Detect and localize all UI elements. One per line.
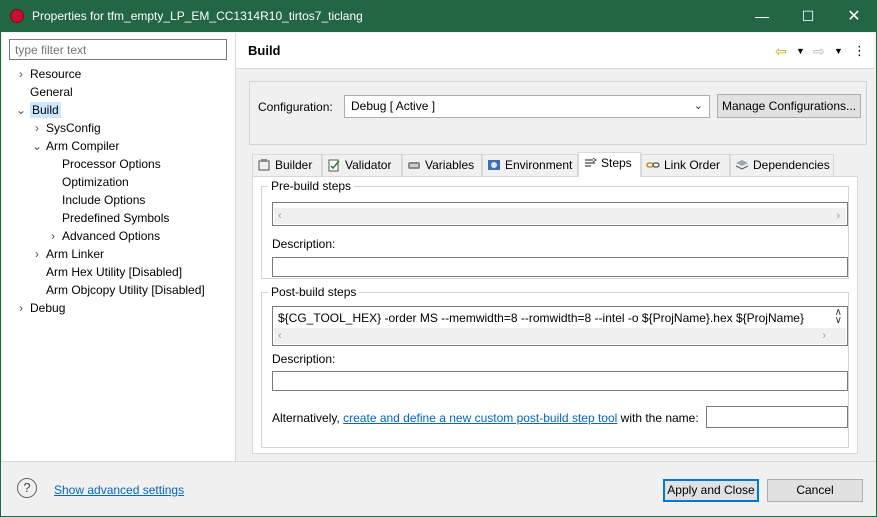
steps-icon <box>585 157 597 167</box>
title-bar: Properties for tfm_empty_LP_EM_CC1314R10… <box>0 0 877 32</box>
tree-item-build[interactable]: ⌄ Build <box>16 101 61 119</box>
configuration-value: Debug [ Active ] <box>351 99 436 113</box>
back-arrow-icon[interactable]: ⇦ <box>775 42 787 60</box>
pre-build-legend: Pre-build steps <box>268 179 355 193</box>
builder-icon <box>258 159 270 171</box>
alternative-prefix: Alternatively, <box>272 411 344 425</box>
pre-build-description-field[interactable] <box>272 257 848 277</box>
horizontal-scrollbar[interactable]: ‹ › <box>274 328 846 344</box>
configuration-label: Configuration: <box>258 100 333 114</box>
pre-build-group: Pre-build steps ‹ › Description: <box>261 179 849 279</box>
link-order-icon <box>646 162 660 168</box>
tab-validator[interactable]: Validator <box>322 154 402 176</box>
manage-configurations-button[interactable]: Manage Configurations... <box>717 94 861 118</box>
forward-dropdown-icon[interactable]: ▼ <box>834 42 843 60</box>
tab-builder[interactable]: Builder <box>252 154 322 176</box>
spin-up-down-icon[interactable]: ∧ ∨ <box>835 308 842 326</box>
validator-icon <box>328 159 340 172</box>
tree-item-include-options[interactable]: Include Options <box>62 191 145 209</box>
environment-icon <box>488 160 500 170</box>
tree-item-general[interactable]: General <box>30 83 73 101</box>
expand-icon[interactable]: › <box>46 227 60 245</box>
close-button[interactable]: ✕ <box>831 0 877 32</box>
help-icon[interactable]: ? <box>17 478 37 498</box>
cancel-button[interactable]: Cancel <box>767 479 863 502</box>
page-header: Build ⇦ ▼ ⇨ ▼ ⋮ <box>236 33 874 69</box>
tree-item-optimization[interactable]: Optimization <box>62 173 129 191</box>
collapse-icon[interactable]: ⌄ <box>30 137 44 155</box>
scroll-left-icon[interactable]: ‹ <box>278 208 282 224</box>
alternative-text: Alternatively, create and define a new c… <box>272 411 699 425</box>
tree-item-arm-linker[interactable]: › Arm Linker <box>35 245 104 263</box>
tree-item-sysconfig[interactable]: › SysConfig <box>35 119 101 137</box>
show-advanced-settings-link[interactable]: Show advanced settings <box>54 483 184 497</box>
custom-post-build-tool-link[interactable]: create and define a new custom post-buil… <box>343 411 617 425</box>
tree-item-arm-objcopy-utility[interactable]: Arm Objcopy Utility [Disabled] <box>46 281 205 299</box>
app-logo-icon <box>10 9 24 23</box>
tree-item-advanced-options[interactable]: › Advanced Options <box>51 227 160 245</box>
maximize-button[interactable]: ☐ <box>785 0 831 32</box>
configuration-box: Configuration: Debug [ Active ] ⌄ Manage… <box>249 81 867 145</box>
tree-item-arm-compiler[interactable]: ⌄ Arm Compiler <box>32 137 119 155</box>
forward-arrow-icon[interactable]: ⇨ <box>813 42 825 60</box>
filter-input[interactable] <box>9 39 227 60</box>
pre-build-command-field[interactable]: ‹ › <box>272 202 848 226</box>
tab-environment[interactable]: Environment <box>482 154 578 176</box>
pre-build-description-label: Description: <box>272 237 336 251</box>
dependencies-icon <box>735 160 749 170</box>
expand-icon[interactable]: › <box>30 119 44 137</box>
tree-item-processor-options[interactable]: Processor Options <box>62 155 161 173</box>
tree-item-resource[interactable]: › Resource <box>19 65 81 83</box>
left-pane: › Resource General ⌄ Build › SysConfig ⌄… <box>3 33 235 461</box>
post-build-command-text: ${CG_TOOL_HEX} -order MS --memwidth=8 --… <box>278 311 804 325</box>
alternative-suffix: with the name: <box>617 411 699 425</box>
configuration-select[interactable]: Debug [ Active ] ⌄ <box>344 95 710 118</box>
tab-variables[interactable]: Variables <box>402 154 482 176</box>
tool-name-field[interactable] <box>706 406 848 428</box>
tab-steps[interactable]: Steps <box>578 152 641 177</box>
tree-item-debug[interactable]: › Debug <box>19 299 65 317</box>
tab-dependencies[interactable]: Dependencies <box>730 154 834 176</box>
steps-tab-content: Pre-build steps ‹ › Description: Post-bu… <box>252 176 858 454</box>
scroll-right-icon[interactable]: › <box>836 208 840 224</box>
post-build-description-field[interactable] <box>272 371 848 391</box>
expand-icon[interactable]: › <box>14 65 28 83</box>
apply-and-close-button[interactable]: Apply and Close <box>663 479 759 502</box>
dialog-footer: ? Show advanced settings Apply and Close… <box>0 461 877 517</box>
variables-icon <box>408 162 420 169</box>
window-title: Properties for tfm_empty_LP_EM_CC1314R10… <box>32 9 363 23</box>
post-build-command-field[interactable]: ${CG_TOOL_HEX} -order MS --memwidth=8 --… <box>272 306 848 346</box>
minimize-button[interactable]: — <box>739 0 785 32</box>
chevron-down-icon: ⌄ <box>693 100 703 112</box>
right-pane: Build ⇦ ▼ ⇨ ▼ ⋮ Configuration: Debug [ A… <box>236 33 874 461</box>
view-menu-icon[interactable]: ⋮ <box>853 42 866 60</box>
back-dropdown-icon[interactable]: ▼ <box>796 42 805 60</box>
expand-icon[interactable]: › <box>30 245 44 263</box>
tab-link-order[interactable]: Link Order <box>641 154 730 176</box>
horizontal-scrollbar[interactable]: ‹ › <box>274 208 846 224</box>
collapse-icon[interactable]: ⌄ <box>14 101 28 119</box>
scroll-right-icon[interactable]: › <box>822 328 826 344</box>
tree-item-predefined-symbols[interactable]: Predefined Symbols <box>62 209 169 227</box>
post-build-group: Post-build steps ${CG_TOOL_HEX} -order M… <box>261 285 849 448</box>
scroll-left-icon[interactable]: ‹ <box>278 328 282 344</box>
post-build-legend: Post-build steps <box>268 285 360 299</box>
page-title: Build <box>248 43 281 58</box>
post-build-description-label: Description: <box>272 352 336 366</box>
expand-icon[interactable]: › <box>14 299 28 317</box>
tree-item-arm-hex-utility[interactable]: Arm Hex Utility [Disabled] <box>46 263 182 281</box>
